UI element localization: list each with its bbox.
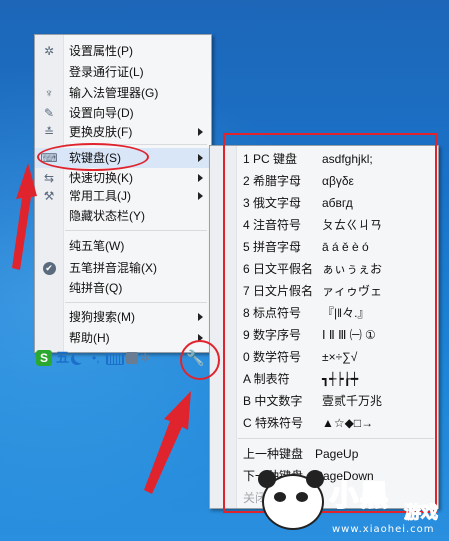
watermark-url: www.xiaohei.com (332, 524, 435, 535)
panda-eye-icon (274, 492, 286, 502)
annotation-arrow-up-right (144, 391, 191, 494)
annotation-arrow-up-left (12, 163, 37, 270)
watermark-game: 游戏 (404, 503, 439, 523)
watermark-brand: 小黑 (329, 479, 391, 512)
annotation-arrows (12, 163, 191, 494)
panda-ear-icon (258, 470, 276, 488)
panda-ear-icon (306, 470, 324, 488)
site-watermark: 小黑 游戏 www.xiaohei.com (258, 470, 449, 541)
panda-eye-icon (296, 492, 308, 502)
